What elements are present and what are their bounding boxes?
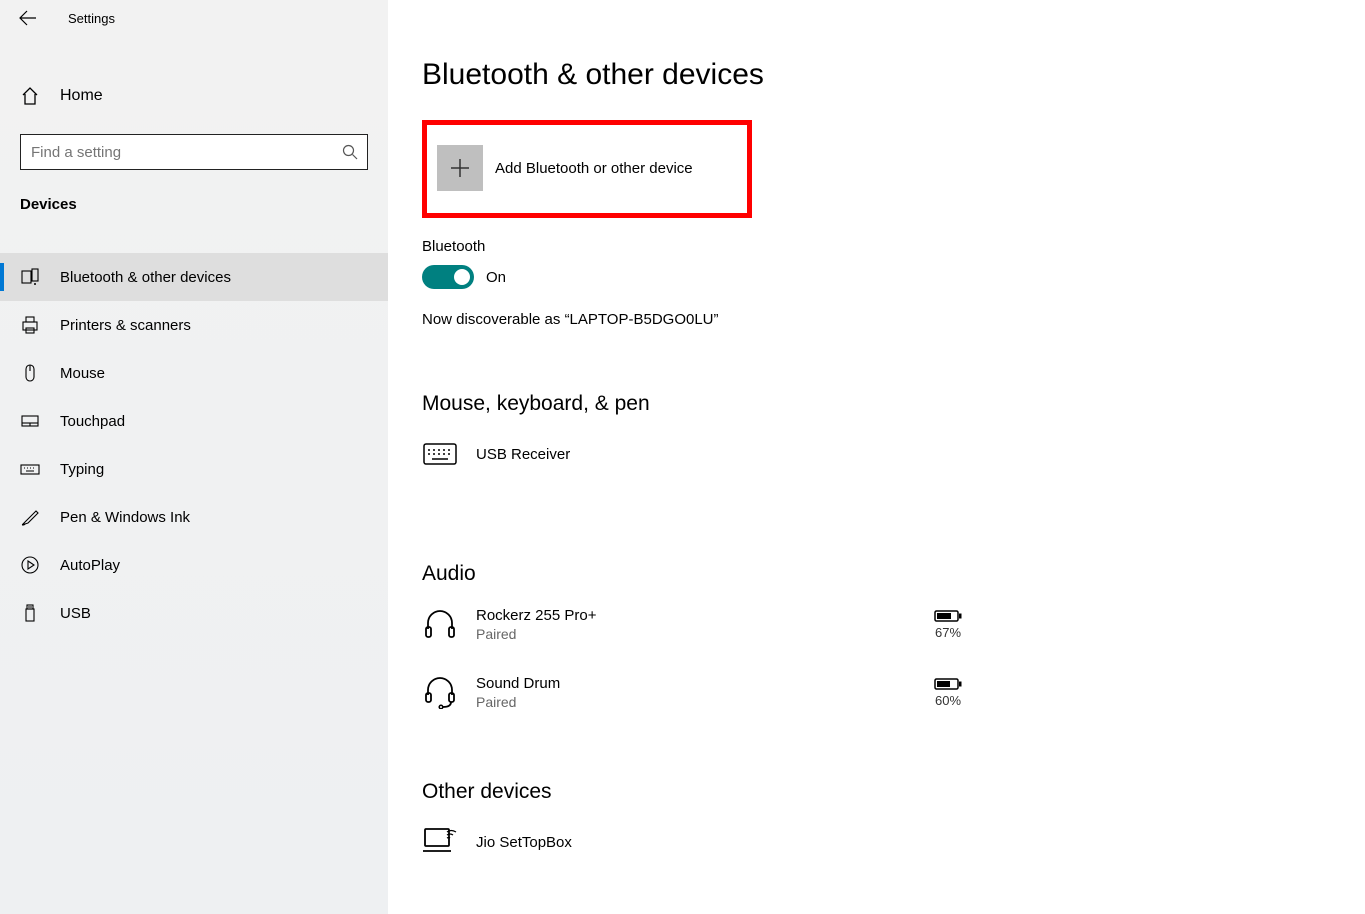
page-title: Bluetooth & other devices (422, 58, 1325, 92)
device-name: Rockerz 255 Pro+ (476, 607, 916, 624)
nav-label: USB (60, 605, 91, 622)
battery-icon (934, 609, 962, 623)
device-name: USB Receiver (476, 446, 962, 463)
printer-icon (20, 315, 40, 335)
arrow-left-icon (19, 9, 37, 27)
plus-square-icon (437, 145, 483, 191)
nav-label: Printers & scanners (60, 317, 191, 334)
battery-percent: 60% (935, 693, 961, 708)
bluetooth-devices-icon (20, 267, 40, 287)
headset-icon (422, 674, 458, 710)
nav-label: Pen & Windows Ink (60, 509, 190, 526)
battery-icon (934, 677, 962, 691)
search-wrap (20, 134, 368, 170)
device-name: Jio SetTopBox (476, 834, 962, 851)
home-icon (20, 86, 40, 106)
titlebar: Settings (0, 0, 388, 36)
device-battery: 60% (934, 677, 962, 708)
add-device-button[interactable]: Add Bluetooth or other device (422, 120, 752, 218)
nav-label: Bluetooth & other devices (60, 269, 231, 286)
sidebar: Settings Home Devices Bluetooth & other … (0, 0, 388, 914)
keyboard-device-icon (422, 436, 458, 472)
nav-item-bluetooth[interactable]: Bluetooth & other devices (0, 253, 388, 301)
bluetooth-label: Bluetooth (422, 238, 1325, 255)
nav-item-autoplay[interactable]: AutoPlay (0, 541, 388, 589)
nav-label: Mouse (60, 365, 105, 382)
nav-label: AutoPlay (60, 557, 120, 574)
add-device-label: Add Bluetooth or other device (495, 160, 693, 177)
device-row[interactable]: Rockerz 255 Pro+ Paired 67% (422, 598, 962, 652)
app-title: Settings (68, 11, 115, 26)
bluetooth-state: On (486, 269, 506, 286)
device-row[interactable]: Jio SetTopBox (422, 816, 962, 870)
mouse-icon (20, 363, 40, 383)
device-status: Paired (476, 626, 916, 642)
screen-device-icon (422, 824, 458, 860)
search-icon (342, 144, 358, 160)
bluetooth-toggle[interactable] (422, 265, 474, 289)
home-label: Home (60, 87, 103, 105)
headphones-icon (422, 606, 458, 642)
keyboard-icon (20, 459, 40, 479)
nav-item-usb[interactable]: USB (0, 589, 388, 637)
touchpad-icon (20, 411, 40, 431)
back-button[interactable] (18, 8, 38, 28)
device-status: Paired (476, 694, 916, 710)
main-content: Bluetooth & other devices Add Bluetooth … (388, 0, 1365, 914)
nav-item-mouse[interactable]: Mouse (0, 349, 388, 397)
device-name: Sound Drum (476, 675, 916, 692)
nav-label: Typing (60, 461, 104, 478)
nav-label: Touchpad (60, 413, 125, 430)
nav-item-touchpad[interactable]: Touchpad (0, 397, 388, 445)
autoplay-icon (20, 555, 40, 575)
discoverable-text: Now discoverable as “LAPTOP-B5DGO0LU” (422, 311, 1325, 328)
nav-item-typing[interactable]: Typing (0, 445, 388, 493)
device-battery: 67% (934, 609, 962, 640)
plus-icon (449, 157, 471, 179)
device-row[interactable]: Sound Drum Paired 60% (422, 666, 962, 720)
usb-icon (20, 603, 40, 623)
section-heading-audio: Audio (422, 562, 1325, 586)
search-input[interactable] (20, 134, 368, 170)
nav-item-printers[interactable]: Printers & scanners (0, 301, 388, 349)
nav-list: Bluetooth & other devices Printers & sca… (0, 253, 388, 637)
pen-icon (20, 507, 40, 527)
section-heading-other: Other devices (422, 780, 1325, 804)
section-label: Devices (0, 170, 388, 225)
section-heading-mouse: Mouse, keyboard, & pen (422, 392, 1325, 416)
device-row[interactable]: USB Receiver (422, 428, 962, 482)
battery-percent: 67% (935, 625, 961, 640)
nav-item-pen[interactable]: Pen & Windows Ink (0, 493, 388, 541)
sidebar-home[interactable]: Home (0, 74, 388, 118)
